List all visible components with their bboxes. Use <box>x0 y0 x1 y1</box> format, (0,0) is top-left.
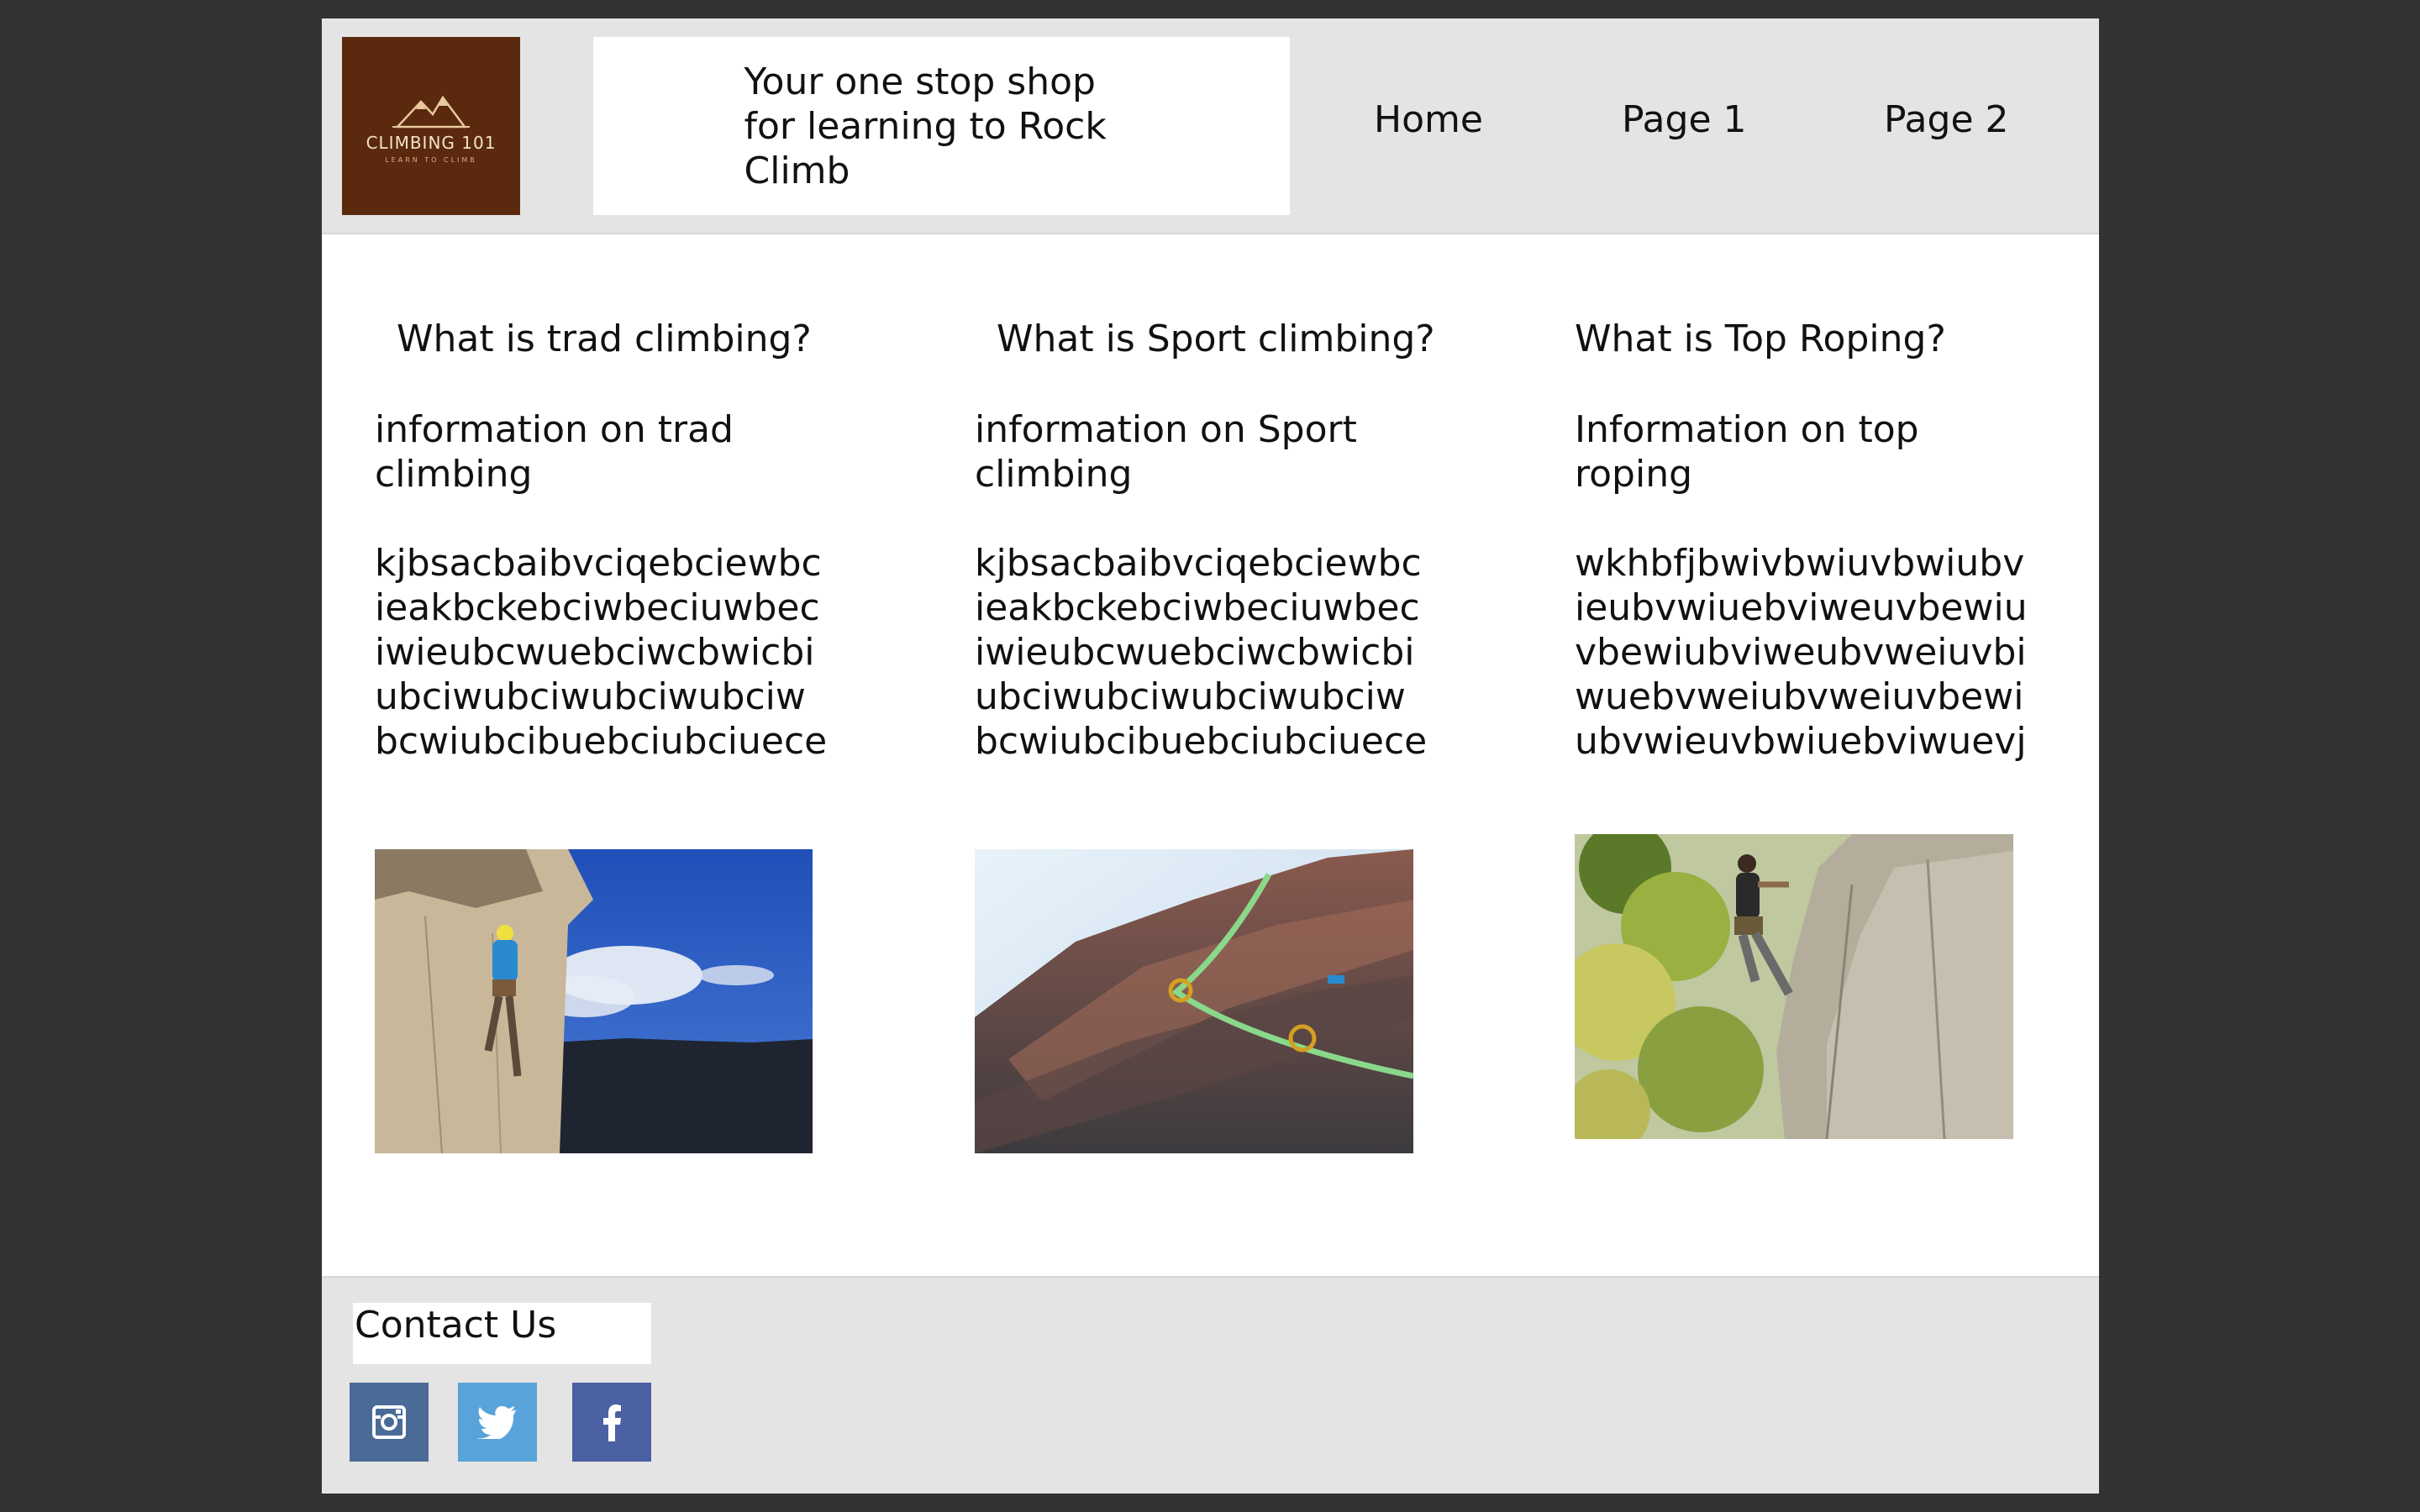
site-header: CLIMBING 101 LEARN TO CLIMB Your one sto… <box>322 18 2099 234</box>
trad-info: information on trad climbing <box>375 408 734 496</box>
facebook-button[interactable] <box>572 1383 651 1462</box>
sport-info: information on Sport climbing <box>975 408 1357 496</box>
top-rope-climber-photo <box>1575 834 2013 1139</box>
sport-rope-photo <box>975 849 1413 1153</box>
twitter-icon <box>477 1406 516 1439</box>
trad-body-text: kjbsacbaibvciqebciewbcieakbckebciwbeciuw… <box>375 542 828 763</box>
trad-heading: What is trad climbing? <box>397 318 812 360</box>
twitter-button[interactable] <box>458 1383 537 1462</box>
nav-page-2-link[interactable]: Page 2 <box>1884 98 2009 141</box>
nav-page-1-link[interactable]: Page 1 <box>1622 98 1747 141</box>
tagline-box: Your one stop shop for learning to Rock … <box>593 37 1290 215</box>
contact-box[interactable]: Contact Us <box>353 1303 651 1364</box>
top-rope-body-text: wkhbfjbwivbwiuvbwiubvieubvwiuebviweuvbew… <box>1575 542 2028 763</box>
sport-body-text: kjbsacbaibvciqebciewbcieakbckebciwbeciuw… <box>975 542 1428 763</box>
site-footer: Contact Us <box>322 1276 2099 1494</box>
top-rope-heading: What is Top Roping? <box>1575 318 1946 360</box>
sport-heading: What is Sport climbing? <box>997 318 1435 360</box>
contact-label: Contact Us <box>355 1304 557 1347</box>
site-logo[interactable]: CLIMBING 101 LEARN TO CLIMB <box>342 37 520 215</box>
facebook-icon <box>603 1404 621 1441</box>
instagram-button[interactable] <box>350 1383 429 1462</box>
logo-title: CLIMBING 101 <box>366 132 497 153</box>
logo-subtitle: LEARN TO CLIMB <box>385 155 477 164</box>
mountain-icon <box>392 95 470 128</box>
instagram-icon <box>372 1405 406 1439</box>
page-frame: CLIMBING 101 LEARN TO CLIMB Your one sto… <box>322 18 2099 1494</box>
trad-climber-photo <box>375 849 813 1153</box>
top-rope-info: Information on top roping <box>1575 408 1919 496</box>
site-tagline: Your one stop shop for learning to Rock … <box>744 60 1107 192</box>
nav-home-link[interactable]: Home <box>1374 98 1483 141</box>
